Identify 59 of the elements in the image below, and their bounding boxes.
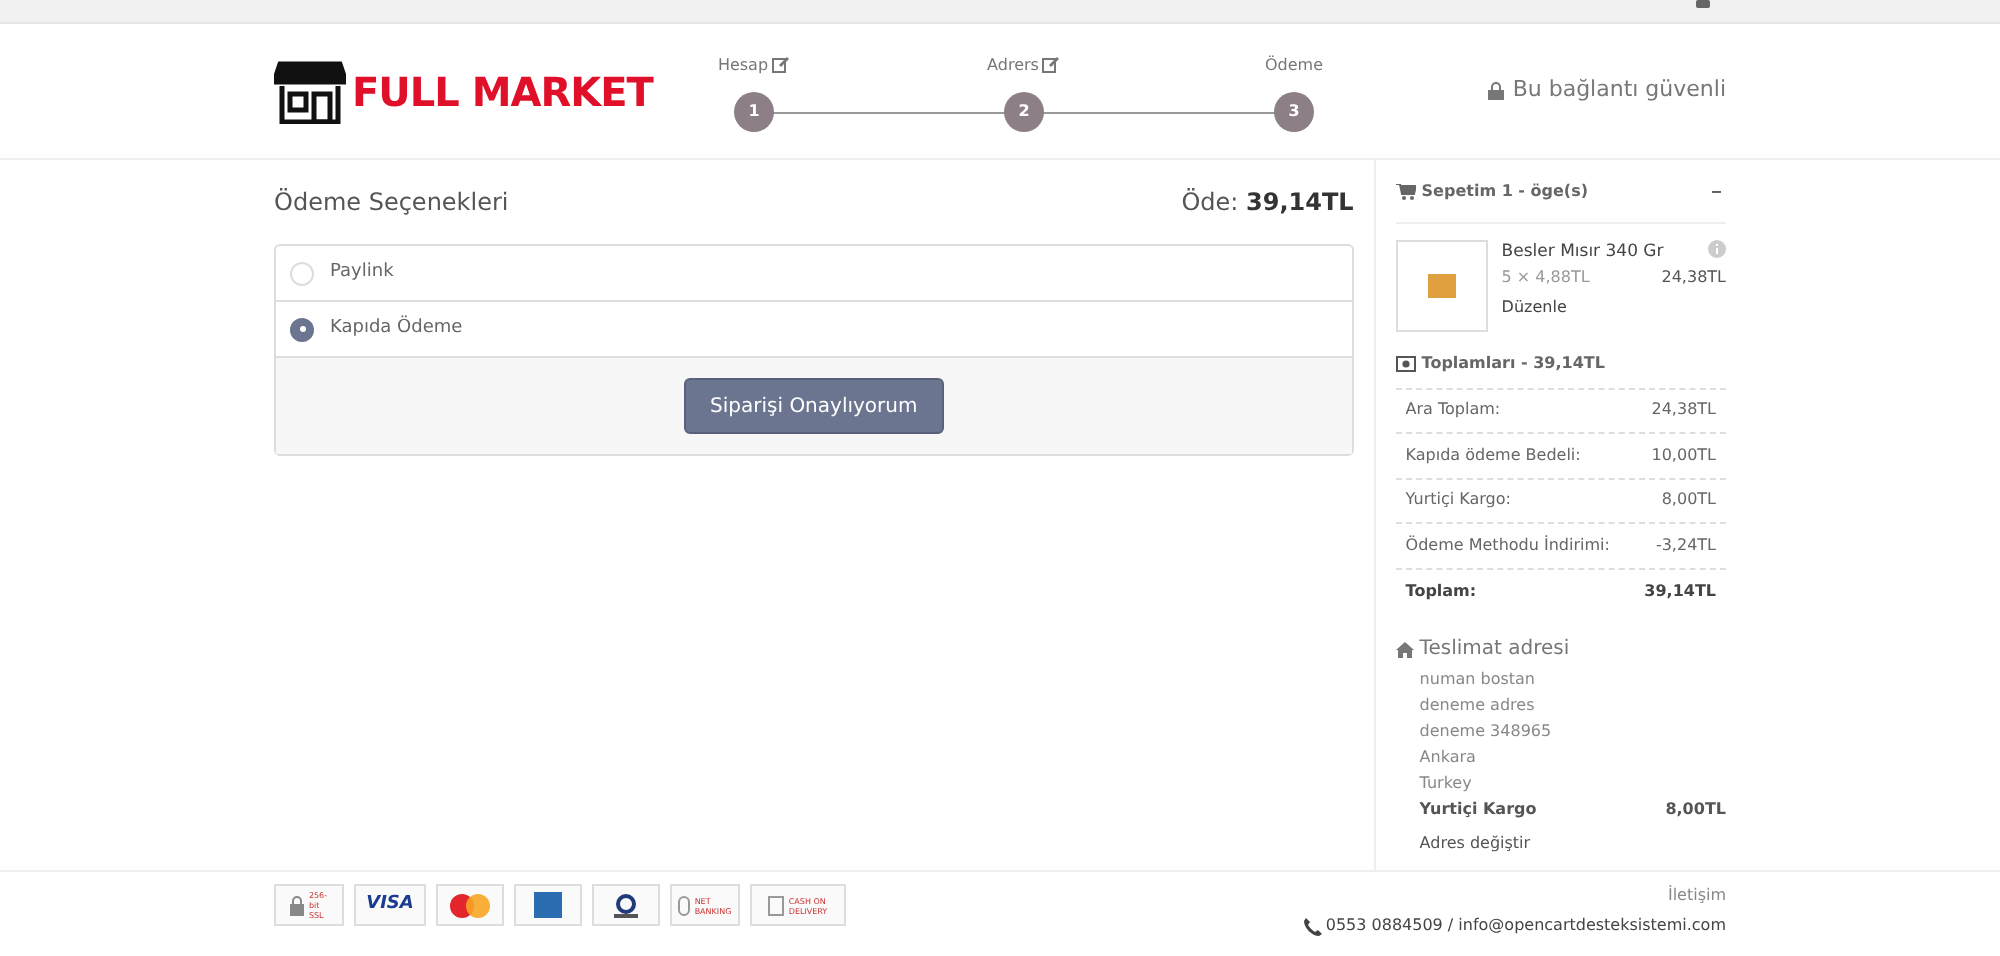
collapse-button[interactable]: – bbox=[1711, 176, 1726, 209]
option-label: Kapıda Ödeme bbox=[330, 315, 463, 342]
step-label: Hesap bbox=[717, 53, 769, 77]
option-label: Paylink bbox=[330, 259, 394, 286]
total-value: 39,14TL bbox=[1644, 579, 1716, 604]
radio-button[interactable] bbox=[290, 317, 314, 341]
quantity-price: 5 × 4,88TL bbox=[1501, 266, 1590, 291]
card-circles-icon bbox=[610, 893, 642, 917]
address-line: numan bostan bbox=[1419, 668, 1537, 692]
shipping-method: Yurtiçi Kargo bbox=[1419, 798, 1537, 822]
logo-text: FULL MARKET bbox=[352, 65, 653, 119]
lock-icon bbox=[290, 895, 305, 915]
edit-icon bbox=[772, 56, 791, 74]
card-square-icon bbox=[534, 892, 562, 918]
total-value: -3,24TL bbox=[1655, 533, 1716, 558]
total-label: Kapıda ödeme Bedeli: bbox=[1405, 443, 1581, 468]
contact-info: 0553 0884509 / info@opencartdesteksistemi.com bbox=[1325, 914, 1726, 938]
amount-due: Öde: 39,14TL bbox=[1181, 186, 1354, 220]
step-number[interactable]: 2 bbox=[1004, 91, 1044, 131]
shipping-price: 8,00TL bbox=[1665, 798, 1726, 822]
store-icon bbox=[274, 59, 346, 123]
total-value: 10,00TL bbox=[1651, 443, 1716, 468]
contact-title: İletişim bbox=[1667, 884, 1726, 908]
badge-label: VISA bbox=[366, 891, 414, 918]
total-label: Ara Toplam: bbox=[1405, 398, 1501, 423]
total-label: Toplam: bbox=[1405, 579, 1477, 604]
home-icon bbox=[1395, 641, 1414, 657]
product-photo-placeholder bbox=[1395, 239, 1488, 331]
confirm-order-button[interactable]: Siparişi Onaylıyorum bbox=[683, 378, 944, 434]
total-value: 8,00TL bbox=[1661, 488, 1716, 513]
address-line: deneme adres bbox=[1419, 694, 1537, 718]
edit-icon bbox=[1042, 56, 1061, 74]
total-label: Yurtiçi Kargo: bbox=[1405, 488, 1511, 513]
change-address-link[interactable]: Adres değiştir bbox=[1395, 832, 1726, 856]
address-line: deneme 348965 bbox=[1419, 720, 1554, 744]
step-number[interactable]: 1 bbox=[734, 91, 774, 131]
product-name: Besler Mısır 340 Gr bbox=[1501, 239, 1664, 265]
card-circles-icon bbox=[450, 893, 490, 917]
secure-connection-note: Bu bağlantı güvenli bbox=[1512, 74, 1726, 107]
lock-icon bbox=[1488, 82, 1505, 100]
total-value: 24,38TL bbox=[1651, 398, 1716, 423]
step-number[interactable]: 3 bbox=[1274, 91, 1314, 131]
section-title: Ödeme Seçenekleri bbox=[274, 186, 509, 220]
address-line: Turkey bbox=[1419, 772, 1474, 796]
address-line: Ankara bbox=[1419, 746, 1478, 770]
info-icon bbox=[1708, 239, 1726, 257]
totals-title: Toplamları - 39,14TL bbox=[1421, 351, 1605, 375]
radio-button[interactable] bbox=[290, 261, 314, 285]
mouse-icon bbox=[678, 895, 691, 915]
step-label: Adrers bbox=[987, 53, 1039, 77]
step-label: Ödeme bbox=[1265, 53, 1324, 77]
cart-title: Sepetim 1 - öge(s) bbox=[1421, 180, 1589, 205]
total-label: Ödeme Methodu İndirimi: bbox=[1405, 533, 1610, 558]
cart-icon bbox=[1395, 184, 1416, 201]
edit-link[interactable]: Düzenle bbox=[1501, 296, 1726, 321]
money-icon bbox=[1395, 355, 1416, 371]
phone-icon bbox=[1303, 917, 1322, 935]
shipping-title: Teslimat adresi bbox=[1419, 636, 1570, 664]
item-total: 24,38TL bbox=[1661, 266, 1726, 291]
